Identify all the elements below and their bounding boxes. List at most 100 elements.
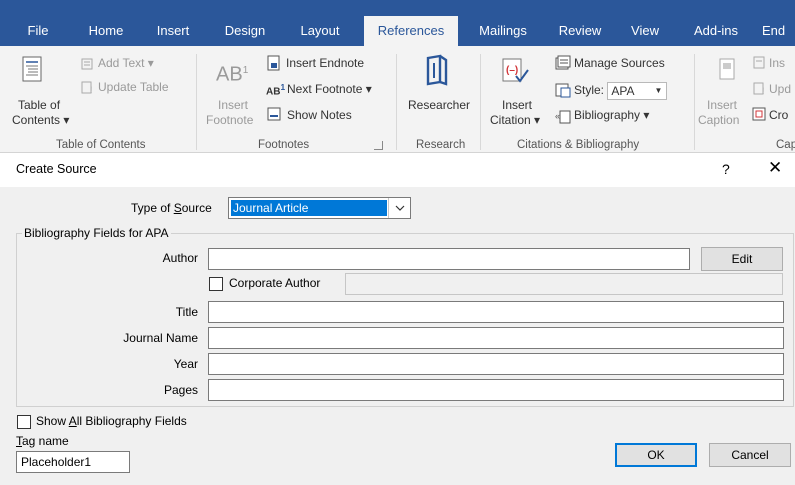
tab-end[interactable]: End [762,18,795,46]
tab-view[interactable]: View [622,18,668,46]
insert-caption-icon [719,58,735,80]
add-text-button[interactable]: Add Text ▾ [98,56,154,71]
researcher-button[interactable]: Researcher [408,98,470,113]
manage-sources-button[interactable]: Manage Sources [574,56,665,71]
edit-button[interactable]: Edit [701,247,783,271]
show-all-fields-label: Show All Bibliography Fields [36,414,187,428]
tab-add-ins[interactable]: Add-ins [686,18,746,46]
group-label-footnotes: Footnotes [258,139,310,151]
svg-text:!: ! [762,86,765,95]
insert-citation-icon: (–) [502,58,529,83]
ok-button[interactable]: OK [615,443,697,467]
insert-footnote-label-1: Insert [218,98,249,112]
insert-caption-label-1: Insert [707,98,738,112]
update-table-figures-button[interactable]: Upd [769,82,791,97]
chevron-down-icon [395,205,405,211]
journal-name-field[interactable] [208,327,784,349]
cancel-button[interactable]: Cancel [709,443,791,467]
group-separator [196,54,197,150]
tag-name-input[interactable] [17,452,129,472]
journal-name-label: Journal Name [123,331,198,345]
author-input[interactable] [209,249,689,269]
tab-layout[interactable]: Layout [292,18,348,46]
insert-endnote-button[interactable]: Insert Endnote [286,56,364,71]
show-notes-icon [267,107,281,121]
style-selector[interactable]: Style: APA ▼ [574,82,668,100]
insert-footnote-label-2: Footnote [206,113,254,127]
bibliography-button[interactable]: Bibliography ▾ [574,108,649,123]
corporate-author-checkbox[interactable] [209,277,223,291]
chevron-down-icon: ▼ [654,86,663,95]
insert-table-of-figures-icon [753,56,765,69]
group-label-citations: Citations & Bibliography [517,139,640,151]
svg-text:(–): (–) [506,65,518,76]
author-field[interactable] [208,248,690,270]
group-separator [694,54,695,150]
show-all-fields-checkbox[interactable] [17,415,31,429]
cross-reference-icon [752,107,766,121]
add-text-icon [81,58,93,70]
group-label-toc: Table of Contents [56,139,146,151]
tab-home[interactable]: Home [80,18,132,46]
update-table-button[interactable]: Update Table [98,80,169,95]
pages-field[interactable] [208,379,784,401]
insert-endnote-icon [267,55,280,71]
insert-citation-label-1: Insert [502,98,533,112]
type-of-source-label: Type of Source [131,201,212,215]
title-label: Title [175,305,198,319]
year-input[interactable] [209,354,783,374]
researcher-icon [426,54,448,86]
bibliography-icon: « [555,110,571,124]
group-separator [396,54,397,150]
toc-label-2: Contents ▾ [12,113,70,127]
group-label-captions: Cap [776,139,795,151]
style-icon [555,83,571,98]
title-field[interactable] [208,301,784,323]
tab-references[interactable]: References [364,16,458,46]
update-table-icon: ! [81,81,93,94]
tab-mailings[interactable]: Mailings [468,18,538,46]
dialog-title-bar: Create Source ? ✕ [0,153,795,187]
tab-file[interactable]: File [16,18,60,46]
insert-table-of-figures-button[interactable]: Ins [769,56,785,71]
style-label: Style: [574,83,605,98]
manage-sources-icon [555,55,571,70]
style-dropdown[interactable]: APA ▼ [607,82,668,100]
create-source-dialog: Create Source ? ✕ Type of Source Journal… [0,153,795,485]
group-label-research: Research [416,139,466,151]
cross-reference-button[interactable]: Cro [769,108,788,123]
next-footnote-button[interactable]: Next Footnote ▾ [287,82,372,97]
author-label: Author [162,251,198,265]
corporate-author-label: Corporate Author [229,276,321,290]
corporate-author-field[interactable] [345,273,783,295]
insert-caption-label-2: Caption [698,113,740,127]
insert-footnote-icon: AB1 [216,63,249,86]
help-button[interactable]: ? [722,161,730,177]
ribbon-references: Table of Contents ▾ Add Text ▾ ! Update … [0,46,795,153]
svg-text:!: ! [90,85,93,94]
update-table-figures-icon: ! [753,82,765,95]
ribbon-tab-bar: File Home Insert Design Layout Reference… [0,0,795,46]
dialog-title: Create Source [16,162,97,176]
toc-label-1: Table of [18,98,61,112]
pages-input[interactable] [209,380,783,400]
next-footnote-icon: AB1 [266,82,286,98]
year-label: Year [173,357,198,371]
dropdown-arrow[interactable] [388,198,410,218]
journal-name-input[interactable] [209,328,783,348]
tab-design[interactable]: Design [218,18,272,46]
table-of-contents-icon [22,56,42,82]
show-notes-button[interactable]: Show Notes [287,108,352,123]
tab-review[interactable]: Review [552,18,608,46]
footnotes-dialog-launcher-icon[interactable] [374,141,383,150]
svg-text:«: « [555,111,560,121]
group-separator [480,54,481,150]
tab-insert[interactable]: Insert [148,18,198,46]
pages-label: Pages [163,383,198,397]
title-input[interactable] [209,302,783,322]
tag-name-field[interactable] [16,451,130,473]
type-of-source-value: Journal Article [231,200,387,216]
close-icon[interactable]: ✕ [768,158,782,178]
year-field[interactable] [208,353,784,375]
type-of-source-select[interactable]: Journal Article [228,197,411,219]
